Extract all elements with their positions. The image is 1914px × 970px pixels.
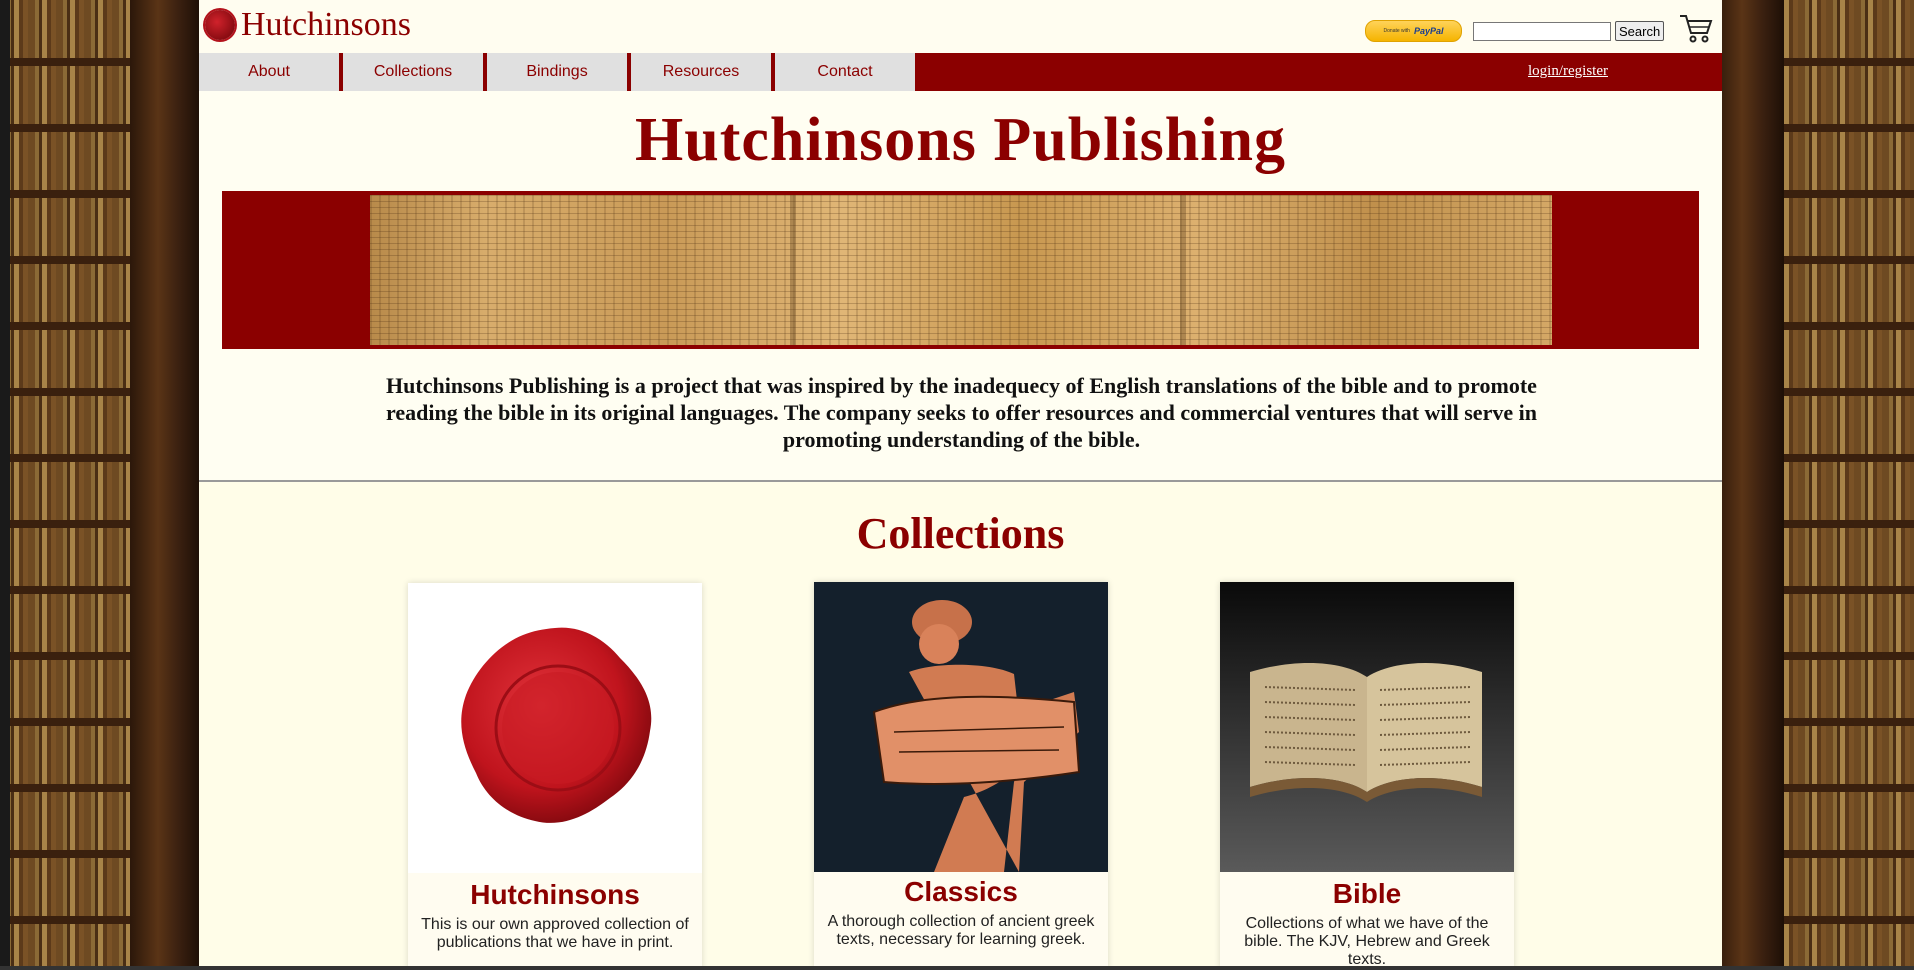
collection-card-hutchinsons[interactable]: Hutchinsons This is our own approved col… [408,583,702,970]
wax-seal-icon [205,10,235,40]
collections-section: Collections Hutchinsons This is our own … [199,482,1722,970]
brand-name: Hutchinsons [241,6,411,43]
bookshelf-pillar [130,0,200,970]
paypal-logo-text: PayPal [1413,26,1444,36]
nav-item-contact[interactable]: Contact [775,53,915,91]
nav-item-resources[interactable]: Resources [631,53,771,91]
window-edge [0,0,10,970]
intro-text: Hutchinsons Publishing is a project that… [386,373,1537,452]
bookshelf-background-left [0,0,200,970]
collection-card-bible[interactable]: Bible Collections of what we have of the… [1220,582,1514,969]
collection-card-classics[interactable]: Classics A thorough collection of ancien… [814,582,1108,969]
paypal-small-text: Donate with [1383,28,1410,34]
card-title: Hutchinsons [470,879,640,910]
wax-seal-image [408,583,702,873]
nav-item-about[interactable]: About [199,53,339,91]
banner [222,191,1699,349]
card-description: A thorough collection of ancient greek t… [827,913,1095,948]
collections-title: Collections [856,509,1065,558]
brand-logo-link[interactable]: Hutchinsons [205,6,411,44]
open-bible-image [1220,582,1514,872]
bookshelf-background-right [1714,0,1914,970]
shopping-cart-icon[interactable] [1679,12,1713,44]
nav-item-bindings[interactable]: Bindings [487,53,627,91]
main-nav: About Collections Bindings Resources Con… [199,53,1722,91]
window-bottom-edge [0,966,1914,970]
card-description: This is our own approved collection of p… [421,916,689,951]
dead-sea-scroll-image [370,195,1552,345]
bookshelf-pillar [1714,0,1784,970]
card-description: Collections of what we have of the bible… [1244,915,1490,968]
card-title: Classics [904,876,1018,907]
search-input[interactable] [1473,22,1611,41]
page-title: Hutchinsons Publishing [635,106,1286,174]
login-register-link[interactable]: login/register [1528,63,1608,80]
nav-item-collections[interactable]: Collections [343,53,483,91]
paypal-donate-button[interactable]: Donate with PayPal [1365,20,1462,42]
card-title: Bible [1332,878,1402,909]
greek-vase-painting-image [814,582,1108,872]
search-button[interactable]: Search [1615,21,1665,41]
page-container: Hutchinsons Donate with PayPal Search Ab… [199,0,1722,970]
top-bar: Hutchinsons Donate with PayPal Search [199,0,1722,53]
